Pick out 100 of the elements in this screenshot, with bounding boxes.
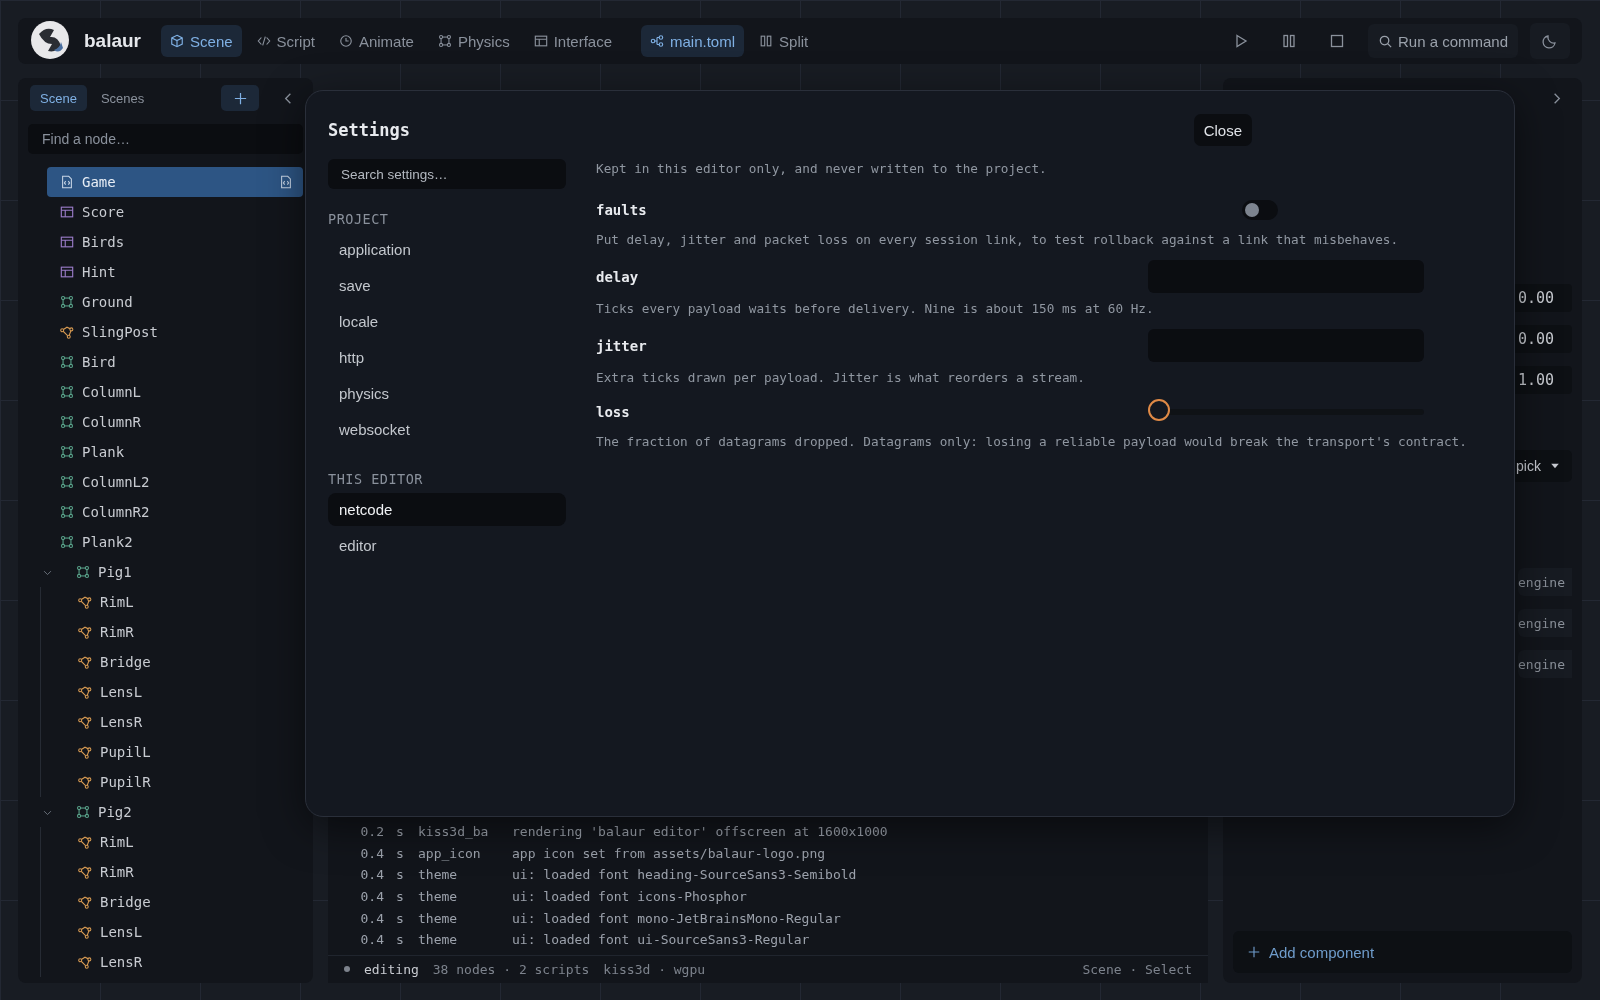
log-message: ui: loaded font ui-SourceSans3-Regular [512, 932, 810, 948]
setting-description: Put delay, jitter and packet loss on every session link, to test rollback against a link that misbehaves. [596, 232, 1399, 248]
tree-row[interactable]: RimL [28, 827, 303, 857]
node-name: RimL [100, 594, 135, 610]
node-name: LensR [100, 954, 144, 970]
tree-row[interactable]: Hint [47, 257, 303, 287]
node-name: Ground [82, 294, 134, 310]
tree-row[interactable]: LensR [28, 707, 303, 737]
mode-tab[interactable]: Script [247, 25, 324, 57]
mode-tab[interactable]: Physics [428, 25, 519, 57]
polygon-icon [78, 835, 92, 849]
tree-row[interactable]: ColumnL [47, 377, 303, 407]
log-message: ui: loaded font mono-JetBrainsMono-Regular [512, 910, 841, 926]
node-name: Bridge [100, 894, 152, 910]
settings-nav-item[interactable]: editor [328, 529, 566, 562]
nodes-icon [60, 385, 74, 399]
log-time: 0.4 [359, 910, 384, 926]
mode-tab[interactable]: Animate [329, 25, 423, 57]
settings-nav-item[interactable]: locale [328, 305, 566, 338]
status-state: editing [364, 961, 419, 977]
add-node-button[interactable] [221, 85, 259, 111]
settings-nav-item[interactable]: physics [328, 377, 566, 410]
polygon-icon [78, 595, 92, 609]
log-unit: s [396, 845, 405, 861]
tree-row[interactable]: PupilL [28, 737, 303, 767]
value-field[interactable]: 0.00 [1512, 284, 1572, 312]
tree-row[interactable]: Pig2 [28, 797, 303, 827]
theme-button[interactable] [1530, 23, 1570, 59]
tree-row[interactable]: LensR [28, 947, 303, 977]
tree-row[interactable]: RimL [28, 587, 303, 617]
slider-thumb[interactable] [1148, 399, 1170, 421]
layout-icon [60, 235, 74, 249]
mode-tab[interactable]: Interface [524, 25, 621, 57]
engine-tag: engine [1518, 568, 1572, 596]
settings-nav-item[interactable]: save [328, 269, 566, 302]
toggle-switch[interactable] [1242, 200, 1278, 220]
settings-nav-item[interactable]: netcode [328, 493, 566, 526]
log-time: 0.4 [359, 889, 384, 905]
settings-nav-item[interactable]: websocket [328, 413, 566, 446]
log-message: ui: loaded font icons-Phosphor [512, 889, 747, 905]
stop-icon [1329, 33, 1345, 49]
tree-row[interactable]: Ground [47, 287, 303, 317]
log-source: app_icon [418, 845, 482, 861]
node-name: Plank2 [82, 534, 134, 550]
nodes-icon [437, 34, 452, 48]
tree-row[interactable]: Bird [47, 347, 303, 377]
close-button[interactable]: Close [1193, 114, 1252, 146]
panel-tab[interactable]: Scenes [90, 85, 155, 111]
tree-row[interactable]: RimR [28, 617, 303, 647]
polygon-icon [78, 745, 92, 759]
log-source: theme [418, 910, 459, 926]
log-message: app icon set from assets/balaur-logo.png [512, 845, 826, 861]
tree-row[interactable]: RimR [28, 857, 303, 887]
tree-row[interactable]: Pig1 [28, 557, 303, 587]
settings-nav-item[interactable]: application [328, 233, 566, 266]
node-name: Bird [82, 354, 117, 370]
tree-row[interactable]: ColumnR2 [47, 497, 303, 527]
nodes-icon [60, 355, 74, 369]
tree-row[interactable]: Birds [47, 227, 303, 257]
tree-row[interactable]: PupilR [28, 767, 303, 797]
settings-search-field[interactable]: Search settings… [328, 159, 566, 189]
node-name: ColumnR [82, 414, 142, 430]
polygon-icon [78, 715, 92, 729]
command-field[interactable]: Run a command [1368, 24, 1518, 58]
mode-tab[interactable]: Scene [161, 25, 242, 57]
tree-row[interactable]: Bridge [28, 887, 303, 917]
pick-dropdown[interactable]: pick [1512, 450, 1572, 482]
split-button[interactable]: Split [750, 25, 818, 57]
tree-row[interactable]: Bridge [28, 647, 303, 677]
node-search-field[interactable]: Find a node… [28, 124, 303, 154]
tree-row[interactable]: ColumnR [47, 407, 303, 437]
pause-icon [1281, 33, 1297, 49]
tree-row[interactable]: Plank2 [47, 527, 303, 557]
layout-icon [533, 34, 548, 48]
tree-row[interactable]: Game [47, 167, 303, 197]
polygon-icon [60, 325, 74, 339]
setting-description: The fraction of datagrams dropped. Datagrams only: losing a reliable payload would break the transport's contract. [596, 434, 1467, 450]
log-unit: s [396, 867, 405, 883]
node-name: RimR [100, 864, 135, 880]
code-icon [256, 34, 271, 48]
node-name: Birds [82, 234, 126, 250]
add-component-button[interactable]: Add component [1233, 931, 1572, 973]
node-name: LensL [100, 924, 144, 940]
tree-row[interactable]: LensL [28, 917, 303, 947]
settings-nav-item[interactable]: http [328, 341, 566, 374]
tree-row[interactable]: Score [47, 197, 303, 227]
tree-row[interactable]: LensL [28, 677, 303, 707]
logo-icon [30, 19, 70, 60]
engine-tag: engine [1518, 650, 1572, 678]
panel-tab[interactable]: Scene [30, 85, 87, 111]
value-field[interactable]: 0.00 [1512, 325, 1572, 353]
node-name: RimR [100, 624, 135, 640]
file-button[interactable]: main.toml [641, 25, 745, 57]
tree-row[interactable]: ColumnL2 [47, 467, 303, 497]
node-name: PupilR [100, 774, 152, 790]
value-field[interactable]: 1.00 [1512, 366, 1572, 394]
setting-name: faults [596, 201, 648, 220]
tree-row[interactable]: Plank [47, 437, 303, 467]
tree-row[interactable]: SlingPost [47, 317, 303, 347]
setting-description: Extra ticks drawn per payload. Jitter is what reorders a stream. [596, 370, 1085, 386]
